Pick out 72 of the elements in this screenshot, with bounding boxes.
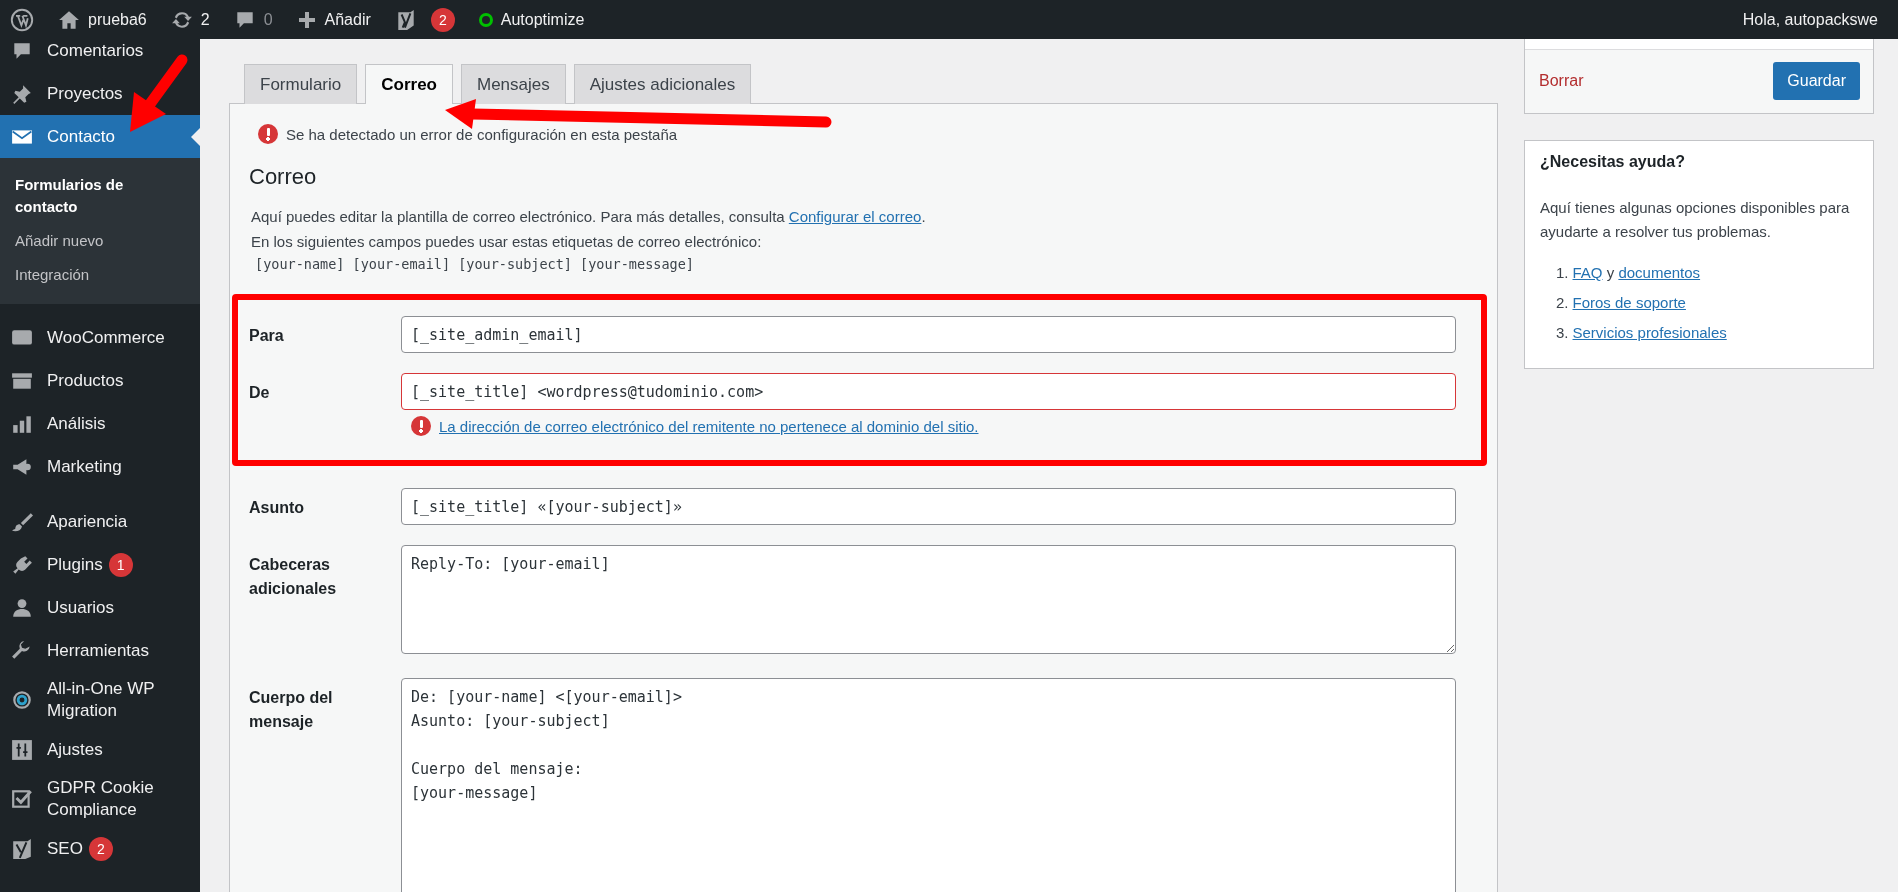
sidebar-menu-item[interactable]: GDPR Cookie Compliance bbox=[0, 771, 200, 827]
error-notice: Se ha detectado un error de configuración en esta pestaña bbox=[286, 125, 678, 143]
description-text: En los siguientes campos puedes usar estas etiquetas de correo electrónico: bbox=[250, 232, 763, 252]
description-text: Aquí puedes editar la plantilla de correo electrónico. Para más detalles, consulta Configurar el correo. bbox=[250, 207, 927, 227]
submenu-item[interactable]: Integración bbox=[0, 258, 200, 292]
help-link[interactable]: documentos bbox=[1618, 264, 1701, 281]
configure-mail-link[interactable]: Configurar el correo bbox=[788, 208, 922, 225]
submenu-item[interactable]: Formularios de contacto bbox=[0, 168, 200, 224]
field-label: Cuerpo del mensaje bbox=[249, 688, 334, 732]
text-input-field[interactable]: [_site_title] <wordpress@tudominio.com> bbox=[401, 373, 1456, 410]
sidebar-menu-item[interactable]: Plugins 1 bbox=[0, 543, 200, 586]
error-message-link[interactable]: La dirección de correo electrónico del remitente no pertenece al dominio del sitio. bbox=[439, 417, 979, 435]
sidebar-menu-item[interactable]: Ajustes bbox=[0, 728, 200, 771]
save-button[interactable]: Guardar bbox=[1773, 62, 1860, 100]
help-text: Aquí tienes algunas opciones disponibles para ayudarte a resolver tus problemas. bbox=[1540, 198, 1851, 242]
textarea-field[interactable]: De: [your-name] <[your-email]> Asunto: [your-subject] Cuerpo del mensaje: [your-message] bbox=[401, 678, 1456, 892]
comments-link[interactable]: 0 bbox=[233, 8, 273, 31]
help-link[interactable]: Foros de soporte bbox=[1572, 294, 1686, 311]
list-number: 1. bbox=[1556, 264, 1569, 281]
sidebar-menu-item[interactable]: Marketing bbox=[0, 445, 200, 488]
plug-icon bbox=[11, 553, 33, 576]
y-logo-icon bbox=[11, 837, 33, 860]
sidebar-menu-item[interactable]: WooCommerce bbox=[0, 316, 200, 359]
new-link[interactable]: Añadir bbox=[296, 9, 371, 30]
mail-tags: [your-name] [your-email] [your-subject] [your-message] bbox=[232, 254, 1487, 272]
sidebar-menu-item[interactable]: Análisis bbox=[0, 402, 200, 445]
updates-link[interactable]: 2 bbox=[170, 8, 210, 31]
notification-badge: 2 bbox=[430, 7, 455, 32]
plus-icon bbox=[296, 9, 317, 30]
user-icon bbox=[11, 596, 33, 619]
submenu-item[interactable]: Añadir nuevo bbox=[0, 224, 200, 258]
sidebar-menu-item[interactable]: SEO 2 bbox=[0, 827, 200, 870]
tab[interactable]: Correo bbox=[365, 64, 453, 104]
seo-menu[interactable]: 2 bbox=[394, 7, 455, 32]
error-icon bbox=[258, 124, 278, 144]
help-link[interactable]: Servicios profesionales bbox=[1572, 324, 1727, 341]
sidebar-menu-item[interactable]: Apariencia bbox=[0, 500, 200, 543]
brush-icon bbox=[11, 510, 33, 533]
sidebar-menu-item[interactable]: Herramientas bbox=[0, 629, 200, 672]
list-number: 2. bbox=[1556, 294, 1569, 311]
sidebar-menu-item[interactable]: All-in-One WP Migration bbox=[0, 672, 200, 728]
text-input-field[interactable]: [_site_title] «[your-subject]» bbox=[401, 488, 1456, 525]
help-link[interactable]: FAQ bbox=[1572, 264, 1603, 281]
delete-link[interactable]: Borrar bbox=[1539, 72, 1584, 90]
checkbox-icon bbox=[11, 788, 33, 810]
sidebar-menu-item[interactable]: Proyectos bbox=[0, 72, 200, 115]
tab[interactable]: Ajustes adicionales bbox=[573, 64, 752, 104]
greeting-link[interactable]: Hola, autopackswe bbox=[1742, 10, 1888, 29]
list-number: 3. bbox=[1556, 324, 1569, 341]
help-title: ¿Necesitas ayuda? bbox=[1540, 153, 1686, 171]
field-label: Asunto bbox=[249, 498, 306, 518]
textarea-field[interactable]: Reply-To: [your-email] bbox=[401, 545, 1456, 654]
count-badge: 1 bbox=[108, 552, 133, 577]
tab[interactable]: Mensajes bbox=[461, 64, 566, 104]
sidebar-menu-item[interactable]: Comentarios bbox=[0, 39, 200, 72]
field-label: De bbox=[249, 383, 271, 403]
site-name-link[interactable]: prueba6 bbox=[58, 8, 147, 31]
text-input-field[interactable]: [_site_admin_email] bbox=[401, 316, 1456, 353]
error-icon bbox=[411, 416, 431, 436]
sidebar-menu-item[interactable]: Productos bbox=[0, 359, 200, 402]
section-title: Correo bbox=[249, 164, 318, 190]
field-label: Para bbox=[249, 326, 285, 346]
wordpress-logo-icon[interactable] bbox=[10, 7, 34, 32]
sidebar-menu-item[interactable]: Contacto bbox=[0, 115, 200, 158]
field-label: Cabeceras adicionales bbox=[249, 555, 338, 599]
status-ring-icon bbox=[478, 12, 493, 27]
help-text: y bbox=[1605, 264, 1616, 281]
count-badge: 2 bbox=[88, 836, 113, 861]
tab[interactable]: Formulario bbox=[244, 64, 358, 104]
autoptimize-link[interactable]: Autoptimize bbox=[478, 10, 585, 29]
sidebar-menu-item[interactable]: Usuarios bbox=[0, 586, 200, 629]
sliders-icon bbox=[11, 738, 33, 761]
